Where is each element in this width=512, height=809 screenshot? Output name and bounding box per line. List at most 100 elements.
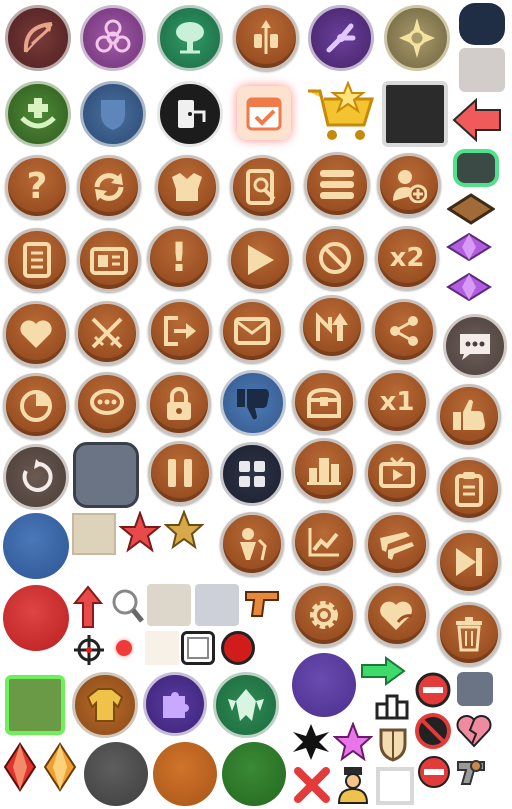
- target-crosshair[interactable]: [73, 634, 105, 666]
- spear-shield-icon: [246, 18, 286, 58]
- exit-door-button[interactable]: [157, 81, 223, 147]
- grid-menu-button[interactable]: [220, 442, 284, 506]
- help-button[interactable]: ?: [5, 155, 69, 219]
- refresh-button[interactable]: [77, 155, 141, 219]
- shield-button[interactable]: [80, 81, 146, 147]
- crest-button[interactable]: [213, 672, 279, 738]
- orange-orb[interactable]: [153, 742, 217, 806]
- checkbox-empty[interactable]: [181, 631, 215, 665]
- green-orb[interactable]: [222, 742, 286, 806]
- green-frame-button[interactable]: [453, 149, 499, 187]
- spear-shield-button[interactable]: [233, 5, 299, 71]
- calendar-button[interactable]: [237, 86, 291, 140]
- search-glass[interactable]: [109, 586, 145, 626]
- weapons-button[interactable]: [365, 512, 429, 576]
- shop-button[interactable]: [306, 80, 376, 144]
- blue-orb-button[interactable]: [3, 513, 69, 579]
- star-icon: [164, 510, 204, 550]
- share-button[interactable]: [372, 299, 436, 363]
- game-ui-sprite-sheet: ? ! x2 x1: [0, 0, 512, 809]
- close-x[interactable]: [293, 766, 331, 804]
- clipboard-icon: [454, 471, 484, 507]
- delete-button[interactable]: [437, 602, 501, 666]
- watch-video-button[interactable]: [365, 441, 429, 505]
- leaderboard-icon: [307, 454, 341, 486]
- star-icon: [333, 722, 373, 762]
- play-button[interactable]: [228, 228, 292, 292]
- battle-button[interactable]: [75, 301, 139, 365]
- tree-icon: [170, 18, 210, 58]
- bow-button[interactable]: [5, 5, 71, 71]
- settings-button[interactable]: [292, 583, 356, 647]
- orange-gem: [43, 742, 77, 792]
- sun-emblem-icon: [395, 16, 439, 60]
- beige-square: [72, 513, 116, 555]
- gender-button[interactable]: [220, 512, 284, 576]
- biohazard-button[interactable]: [80, 5, 146, 71]
- navy-square-button[interactable]: [459, 3, 505, 45]
- logout-button[interactable]: [148, 299, 212, 363]
- next-arrow[interactable]: [360, 656, 406, 686]
- chat-button[interactable]: [75, 372, 139, 436]
- puzzle-button[interactable]: [143, 672, 207, 736]
- alert-button[interactable]: !: [147, 226, 211, 290]
- up-arrow: [73, 585, 103, 629]
- notes-button[interactable]: [5, 228, 69, 292]
- crosshair-icon: [73, 634, 105, 666]
- profile-search-button[interactable]: [230, 155, 294, 219]
- tree-button[interactable]: [157, 5, 223, 71]
- id-card-button[interactable]: [77, 228, 141, 292]
- back-arrow-button[interactable]: [452, 98, 502, 142]
- heal-button[interactable]: [5, 81, 71, 147]
- lock-button[interactable]: [147, 372, 211, 436]
- dislike-button[interactable]: [220, 370, 286, 436]
- purple-gem-2: [446, 272, 492, 302]
- cream-panel: [145, 631, 179, 665]
- gem-icon: [446, 272, 492, 302]
- speed-x2-button[interactable]: x2: [375, 226, 439, 290]
- pause-button[interactable]: [148, 441, 212, 505]
- replay-button[interactable]: [3, 444, 69, 510]
- add-user-button[interactable]: [377, 153, 441, 217]
- jacket-button[interactable]: [72, 672, 138, 738]
- forbidden-button[interactable]: [303, 226, 367, 290]
- grey-square-button[interactable]: [459, 48, 505, 92]
- record-button[interactable]: [221, 631, 255, 665]
- red-orb-button[interactable]: [3, 585, 69, 651]
- stats-pie-button[interactable]: [3, 373, 69, 439]
- rifles-icon: [378, 528, 416, 560]
- slate-square-button[interactable]: [73, 442, 139, 508]
- cancel-badge[interactable]: [414, 671, 452, 709]
- like-heart-button[interactable]: [3, 301, 69, 367]
- arrow-right-icon: [360, 656, 406, 686]
- sun-emblem-button[interactable]: [384, 5, 450, 71]
- leaderboard-button[interactable]: [292, 438, 356, 502]
- purple-gem: [446, 232, 492, 262]
- purple-orb-button[interactable]: [292, 653, 356, 717]
- treasure-button[interactable]: [292, 370, 356, 434]
- level-up-button[interactable]: [300, 295, 364, 359]
- no-entry-badge[interactable]: [416, 754, 452, 790]
- speed-x1-button[interactable]: x1: [365, 370, 429, 434]
- armor-button[interactable]: [155, 155, 219, 219]
- stats-chart-icon: [307, 526, 341, 558]
- green-select-tile[interactable]: [5, 675, 65, 735]
- stats-chart-button[interactable]: [292, 510, 356, 574]
- mail-button[interactable]: [220, 299, 284, 363]
- dark-grey-orb[interactable]: [84, 742, 148, 806]
- skip-button[interactable]: [437, 530, 501, 594]
- no-ads-badge[interactable]: [414, 712, 452, 750]
- chat-icon: [89, 388, 125, 420]
- menu-button[interactable]: [304, 152, 370, 218]
- clipboard-button[interactable]: [437, 457, 501, 521]
- chat-grey-button[interactable]: [443, 314, 507, 378]
- thumbs-up-icon: [451, 398, 487, 434]
- trash-icon: [454, 616, 484, 652]
- gem-icon: [3, 742, 37, 792]
- dark-square-button[interactable]: [382, 81, 448, 147]
- heart-share-button[interactable]: [365, 583, 429, 647]
- thumbs-up-button[interactable]: [437, 384, 501, 448]
- gem-icon: [446, 232, 492, 262]
- claw-button[interactable]: [308, 5, 374, 71]
- close-x-icon: [293, 766, 331, 804]
